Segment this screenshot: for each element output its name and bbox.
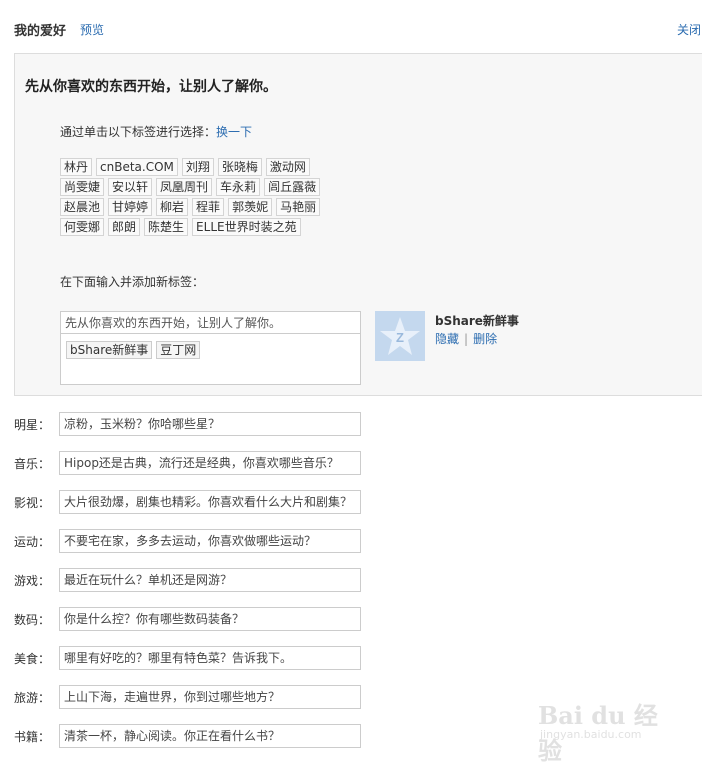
delete-link[interactable]: 删除: [473, 332, 497, 346]
bshare-widget: Z bShare新鲜事 隐藏 | 删除: [375, 311, 575, 361]
preview-link[interactable]: 预览: [80, 21, 104, 38]
tag-list: 林丹 cnBeta.COM 刘翔 张晓梅 激动网 尚雯婕 安以轩 凤凰周刊 车永…: [60, 158, 380, 238]
tag-item[interactable]: 刘翔: [181, 158, 214, 176]
field-row: 游戏： 最近在玩什么？单机还是网游？: [14, 568, 414, 592]
tag-item[interactable]: 赵晨池: [60, 198, 105, 216]
tag-item[interactable]: 郎朗: [108, 218, 141, 236]
tag-row: 林丹 cnBeta.COM 刘翔 张晓梅 激动网: [60, 158, 380, 176]
field-label: 影视：: [14, 496, 51, 510]
tag-item[interactable]: 郭羡妮: [228, 198, 273, 216]
field-label: 旅游：: [14, 691, 51, 705]
tag-row: 赵晨池 甘婷婷 柳岩 程菲 郭羡妮 马艳丽: [60, 198, 380, 216]
field-input[interactable]: 凉粉，玉米粉？你哈哪些星？: [59, 412, 361, 436]
tag-instruction: 通过单击以下标签进行选择：换一下: [60, 123, 252, 140]
header: 我的爱好 预览 关闭: [14, 20, 702, 40]
tag-row: 尚雯婕 安以轩 凤凰周刊 车永莉 闾丘露薇: [60, 178, 380, 196]
tag-item[interactable]: 林丹: [60, 158, 93, 176]
field-row: 影视： 大片很劲爆，剧集也精彩。你喜欢看什么大片和剧集？: [14, 490, 414, 514]
field-input[interactable]: 大片很劲爆，剧集也精彩。你喜欢看什么大片和剧集？: [59, 490, 361, 514]
field-label: 数码：: [14, 613, 51, 627]
tag-item[interactable]: 甘婷婷: [108, 198, 153, 216]
bshare-actions: 隐藏 | 删除: [435, 330, 497, 347]
field-input[interactable]: 你是什么控？你有哪些数码装备？: [59, 607, 361, 631]
field-input[interactable]: 清茶一杯，静心阅读。你正在看什么书？: [59, 724, 361, 748]
field-row: 数码： 你是什么控？你有哪些数码装备？: [14, 607, 414, 631]
tag-item[interactable]: 激动网: [265, 158, 310, 176]
field-input[interactable]: Hipop还是古典，流行还是经典，你喜欢哪些音乐？: [59, 451, 361, 475]
tag-item[interactable]: 车永莉: [216, 178, 261, 196]
tag-item[interactable]: cnBeta.COM: [96, 158, 178, 176]
selected-tags: bShare新鲜事 豆丁网: [66, 341, 201, 359]
field-input[interactable]: 最近在玩什么？单机还是网游？: [59, 568, 361, 592]
section-title: 我的爱好: [14, 24, 67, 39]
bshare-logo-icon: Z: [375, 311, 425, 361]
watermark-url: jingyan.baidu.com: [540, 728, 642, 741]
panel-headline: 先从你喜欢的东西开始，让别人了解你。: [25, 79, 277, 95]
interest-tag-panel: 先从你喜欢的东西开始，让别人了解你。 通过单击以下标签进行选择：换一下 林丹 c…: [14, 53, 702, 396]
field-input[interactable]: 不要宅在家，多多去运动，你喜欢做哪些运动？: [59, 529, 361, 553]
tag-item[interactable]: 安以轩: [108, 178, 153, 196]
field-row: 运动： 不要宅在家，多多去运动，你喜欢做哪些运动？: [14, 529, 414, 553]
tag-item[interactable]: 闾丘露薇: [264, 178, 321, 196]
field-row: 音乐： Hipop还是古典，流行还是经典，你喜欢哪些音乐？: [14, 451, 414, 475]
tag-item[interactable]: 张晓梅: [217, 158, 262, 176]
field-input[interactable]: 上山下海，走遍世界，你到过哪些地方？: [59, 685, 361, 709]
svg-text:Z: Z: [396, 330, 404, 345]
bshare-name: bShare新鲜事: [435, 314, 519, 328]
tag-item[interactable]: 何雯娜: [60, 218, 105, 236]
tag-input[interactable]: 先从你喜欢的东西开始，让别人了解你。: [61, 312, 360, 334]
field-label: 音乐：: [14, 457, 51, 471]
tag-item[interactable]: 程菲: [192, 198, 225, 216]
refresh-tags-link[interactable]: 换一下: [216, 125, 252, 139]
instruction-text: 通过单击以下标签进行选择：: [60, 125, 217, 139]
field-label: 书籍：: [14, 730, 51, 744]
close-link[interactable]: 关闭: [677, 21, 701, 38]
selected-tag[interactable]: 豆丁网: [156, 341, 201, 359]
tag-item[interactable]: 马艳丽: [276, 198, 321, 216]
field-input[interactable]: 哪里有好吃的？哪里有特色菜？告诉我下。: [59, 646, 361, 670]
field-label: 运动：: [14, 535, 51, 549]
tag-item[interactable]: ELLE世界时装之苑: [192, 218, 301, 236]
tag-item[interactable]: 柳岩: [156, 198, 189, 216]
field-row: 明星： 凉粉，玉米粉？你哈哪些星？: [14, 412, 414, 436]
tag-item[interactable]: 尚雯婕: [60, 178, 105, 196]
field-label: 游戏：: [14, 574, 51, 588]
tag-item[interactable]: 陈楚生: [144, 218, 189, 236]
selected-tag[interactable]: bShare新鲜事: [66, 341, 153, 359]
field-row: 书籍： 清茶一杯，静心阅读。你正在看什么书？: [14, 724, 414, 748]
tag-row: 何雯娜 郎朗 陈楚生 ELLE世界时装之苑: [60, 218, 380, 236]
field-row: 美食： 哪里有好吃的？哪里有特色菜？告诉我下。: [14, 646, 414, 670]
field-label: 明星：: [14, 418, 51, 432]
action-divider: |: [464, 332, 469, 346]
baidu-watermark: Bai du 经验 jingyan.baidu.com: [536, 684, 666, 765]
tag-input-box[interactable]: 先从你喜欢的东西开始，让别人了解你。 bShare新鲜事 豆丁网: [60, 311, 361, 385]
add-tag-label: 在下面输入并添加新标签：: [60, 275, 205, 289]
field-row: 旅游： 上山下海，走遍世界，你到过哪些地方？: [14, 685, 414, 709]
field-label: 美食：: [14, 652, 51, 666]
hide-link[interactable]: 隐藏: [435, 332, 459, 346]
tag-item[interactable]: 凤凰周刊: [156, 178, 213, 196]
